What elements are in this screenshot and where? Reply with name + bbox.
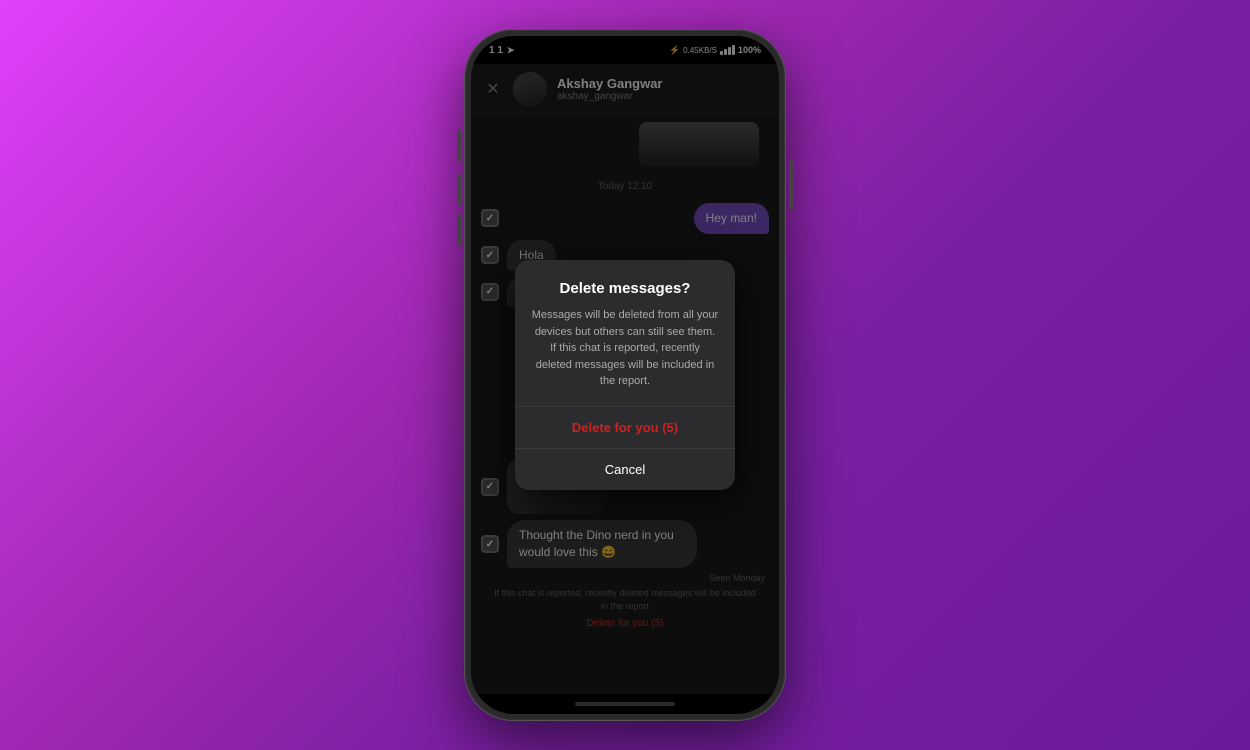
modal-description: Messages will be deleted from all your d… [531,307,719,390]
cancel-button[interactable]: Cancel [515,449,735,490]
phone-frame: 1 1 ➤ ⚡ 0.45KB/S 100% ✕ [465,30,785,720]
modal-body: Delete messages? Messages will be delete… [515,260,735,390]
delete-modal: Delete messages? Messages will be delete… [515,260,735,490]
screen-content: 1 1 ➤ ⚡ 0.45KB/S 100% ✕ [471,36,779,714]
delete-for-you-button[interactable]: Delete for you (5) [515,407,735,448]
modal-title: Delete messages? [531,280,719,297]
phone-screen: 1 1 ➤ ⚡ 0.45KB/S 100% ✕ [471,36,779,714]
modal-overlay: Delete messages? Messages will be delete… [471,36,779,714]
